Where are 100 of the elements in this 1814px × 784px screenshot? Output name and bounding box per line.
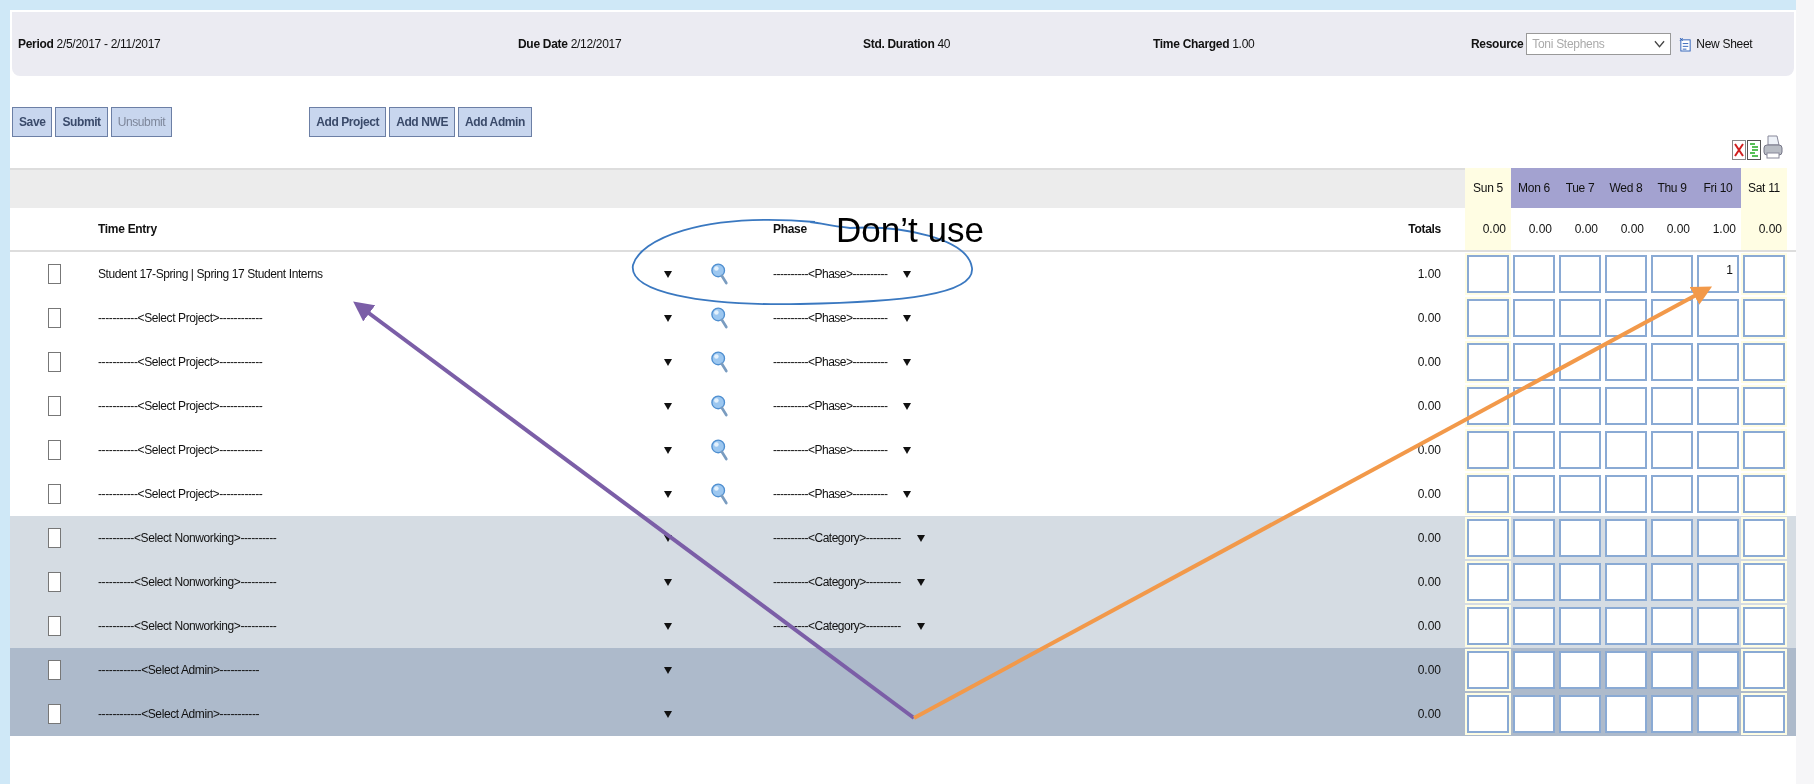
hours-input[interactable] (1697, 343, 1739, 381)
hours-input[interactable] (1513, 651, 1555, 689)
phase-dropdown-text[interactable]: ----------<Phase>---------- (773, 355, 888, 369)
new-sheet-link[interactable]: New Sheet (1696, 37, 1753, 51)
dropdown-arrow-icon[interactable] (664, 402, 672, 410)
entry-dropdown-text[interactable]: -----------<Select Project>------------ (98, 487, 263, 501)
dropdown-arrow-icon[interactable] (903, 270, 912, 278)
hours-input[interactable] (1559, 431, 1601, 469)
hours-input[interactable] (1605, 651, 1647, 689)
hours-input[interactable] (1697, 695, 1739, 733)
hours-input[interactable] (1467, 299, 1509, 337)
dropdown-arrow-icon[interactable] (903, 446, 912, 454)
phase-dropdown-text[interactable]: ----------<Phase>---------- (773, 311, 888, 325)
hours-input[interactable] (1559, 387, 1601, 425)
hours-input[interactable] (1743, 651, 1785, 689)
hours-input[interactable] (1605, 607, 1647, 645)
row-checkbox[interactable] (47, 352, 61, 372)
hours-input[interactable] (1605, 431, 1647, 469)
search-icon[interactable] (711, 394, 729, 418)
hours-input[interactable] (1467, 651, 1509, 689)
phase-dropdown-text[interactable]: ----------<Phase>---------- (773, 399, 888, 413)
dropdown-arrow-icon[interactable] (903, 358, 912, 366)
search-icon[interactable] (711, 306, 729, 330)
hours-input[interactable] (1697, 431, 1739, 469)
entry-dropdown-text[interactable]: ----------<Select Nonworking>---------- (98, 575, 277, 589)
row-checkbox[interactable] (47, 572, 61, 592)
entry-dropdown-text[interactable]: ------------<Select Admin>----------- (98, 663, 260, 677)
hours-input[interactable] (1559, 299, 1601, 337)
hours-input[interactable] (1743, 563, 1785, 601)
hours-input[interactable] (1743, 475, 1785, 513)
hours-input[interactable] (1651, 255, 1693, 293)
hours-input[interactable] (1697, 563, 1739, 601)
dropdown-arrow-icon[interactable] (903, 402, 912, 410)
entry-dropdown-text[interactable]: Student 17-Spring | Spring 17 Student Interns (98, 267, 323, 281)
dropdown-arrow-icon[interactable] (903, 490, 912, 498)
hours-input[interactable] (1467, 695, 1509, 733)
dropdown-arrow-icon[interactable] (916, 622, 925, 630)
hours-input[interactable] (1559, 475, 1601, 513)
dropdown-arrow-icon[interactable] (664, 446, 672, 454)
action-button[interactable]: Submit (55, 107, 108, 137)
hours-input[interactable] (1651, 475, 1693, 513)
row-checkbox[interactable] (47, 484, 61, 504)
entry-dropdown-text[interactable]: -----------<Select Project>------------ (98, 443, 263, 457)
hours-input[interactable] (1651, 651, 1693, 689)
hours-input[interactable] (1467, 431, 1509, 469)
hours-input[interactable] (1559, 607, 1601, 645)
hours-input[interactable] (1605, 343, 1647, 381)
hours-input[interactable] (1743, 695, 1785, 733)
hours-input[interactable] (1697, 607, 1739, 645)
hours-input[interactable] (1697, 387, 1739, 425)
hours-input[interactable] (1513, 255, 1555, 293)
entry-dropdown-text[interactable]: -----------<Select Project>------------ (98, 355, 263, 369)
hours-input[interactable] (1513, 299, 1555, 337)
hours-input[interactable] (1513, 519, 1555, 557)
row-checkbox[interactable] (47, 396, 61, 416)
hours-input[interactable] (1743, 255, 1785, 293)
hours-input[interactable] (1697, 651, 1739, 689)
hours-input[interactable] (1513, 431, 1555, 469)
hours-input[interactable] (1743, 431, 1785, 469)
hours-input[interactable] (1605, 563, 1647, 601)
search-icon[interactable] (711, 262, 729, 286)
hours-input[interactable] (1651, 387, 1693, 425)
row-checkbox[interactable] (47, 264, 61, 284)
entry-dropdown-text[interactable]: ----------<Select Nonworking>---------- (98, 531, 277, 545)
dropdown-arrow-icon[interactable] (664, 358, 672, 366)
phase-dropdown-text[interactable]: ----------<Phase>---------- (773, 267, 888, 281)
hours-input[interactable] (1743, 387, 1785, 425)
list-icon[interactable] (1747, 140, 1761, 160)
dropdown-arrow-icon[interactable] (664, 270, 672, 278)
hours-input[interactable] (1513, 563, 1555, 601)
hours-input[interactable] (1651, 431, 1693, 469)
phase-dropdown-text[interactable]: ----------<Phase>---------- (773, 487, 888, 501)
search-icon[interactable] (711, 482, 729, 506)
hours-input[interactable] (1559, 255, 1601, 293)
search-icon[interactable] (711, 438, 729, 462)
add-button[interactable]: Add NWE (389, 107, 455, 137)
row-checkbox[interactable] (47, 704, 61, 724)
add-button[interactable]: Add Admin (458, 107, 532, 137)
hours-input[interactable] (1651, 607, 1693, 645)
hours-input[interactable] (1743, 519, 1785, 557)
row-checkbox[interactable] (47, 660, 61, 680)
hours-input[interactable] (1743, 299, 1785, 337)
dropdown-arrow-icon[interactable] (903, 314, 912, 322)
dropdown-arrow-icon[interactable] (916, 578, 925, 586)
delete-icon[interactable] (1732, 140, 1746, 160)
hours-input[interactable] (1513, 343, 1555, 381)
dropdown-arrow-icon[interactable] (664, 710, 672, 718)
entry-dropdown-text[interactable]: -----------<Select Project>------------ (98, 399, 263, 413)
printer-icon[interactable] (1762, 134, 1784, 160)
hours-input[interactable] (1697, 475, 1739, 513)
hours-input[interactable] (1467, 255, 1509, 293)
new-sheet-icon[interactable] (1679, 36, 1693, 52)
hours-input[interactable] (1559, 651, 1601, 689)
hours-input[interactable] (1605, 255, 1647, 293)
entry-dropdown-text[interactable]: -----------<Select Project>------------ (98, 311, 263, 325)
hours-input[interactable] (1513, 695, 1555, 733)
hours-input[interactable] (1513, 387, 1555, 425)
dropdown-arrow-icon[interactable] (664, 534, 672, 542)
row-checkbox[interactable] (47, 616, 61, 636)
dropdown-arrow-icon[interactable] (664, 578, 672, 586)
